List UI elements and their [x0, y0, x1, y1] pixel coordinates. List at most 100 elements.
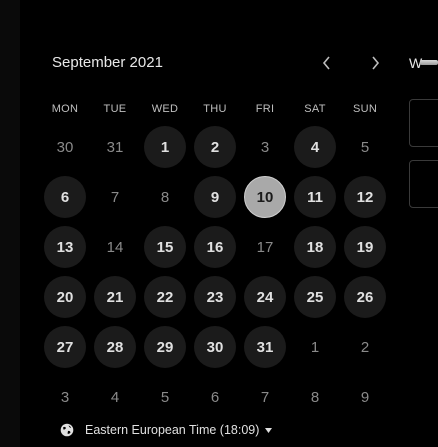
day-available[interactable]: 30: [194, 326, 236, 368]
weekday-label: SAT: [304, 103, 326, 115]
day-cell: 8: [290, 372, 340, 422]
day-available[interactable]: 18: [294, 226, 336, 268]
day-selected[interactable]: 10: [244, 176, 286, 218]
day-cell: 15: [140, 222, 190, 272]
day-available[interactable]: 20: [44, 276, 86, 318]
day-available[interactable]: 29: [144, 326, 186, 368]
chevron-left-icon: [322, 56, 330, 70]
day-available[interactable]: 13: [44, 226, 86, 268]
day-available[interactable]: 19: [344, 226, 386, 268]
day-available[interactable]: 22: [144, 276, 186, 318]
day-cell: 28: [90, 322, 140, 372]
timezone-selector[interactable]: Eastern European Time (18:09): [60, 423, 273, 437]
day-available[interactable]: 12: [344, 176, 386, 218]
weekday-header: MON TUE WED THU FRI SAT SUN: [40, 103, 390, 115]
day-cell: 7: [240, 372, 290, 422]
weekday-label: WED: [151, 103, 179, 115]
day-unavailable: 7: [260, 388, 270, 406]
day-cell: 27: [40, 322, 90, 372]
day-unavailable: 17: [256, 238, 274, 256]
day-cell: 6: [190, 372, 240, 422]
day-unavailable: 14: [106, 238, 124, 256]
day-available[interactable]: 28: [94, 326, 136, 368]
day-cell: 13: [40, 222, 90, 272]
day-available[interactable]: 21: [94, 276, 136, 318]
day-cell: 9: [190, 172, 240, 222]
day-cell: 18: [290, 222, 340, 272]
day-cell: 19: [340, 222, 390, 272]
day-cell: 2: [340, 322, 390, 372]
chevron-right-icon: [372, 56, 380, 70]
day-cell: 3: [40, 372, 90, 422]
day-available[interactable]: 24: [244, 276, 286, 318]
left-rail: [0, 0, 21, 447]
day-available[interactable]: 15: [144, 226, 186, 268]
day-cell: 7: [90, 172, 140, 222]
day-unavailable: 1: [310, 338, 320, 356]
day-cell: 8: [140, 172, 190, 222]
day-unavailable: 5: [360, 138, 370, 156]
day-cell: 30: [40, 122, 90, 172]
month-title: September 2021: [52, 54, 163, 71]
day-available[interactable]: 27: [44, 326, 86, 368]
weekday-label: THU: [203, 103, 227, 115]
day-available[interactable]: 31: [244, 326, 286, 368]
day-available[interactable]: 16: [194, 226, 236, 268]
day-unavailable: 4: [110, 388, 120, 406]
weekday-label: TUE: [103, 103, 127, 115]
day-cell: 12: [340, 172, 390, 222]
day-cell: 4: [90, 372, 140, 422]
day-available[interactable]: 6: [44, 176, 86, 218]
day-cell: 5: [340, 122, 390, 172]
day-cell: 3: [240, 122, 290, 172]
time-slot-button[interactable]: [409, 99, 438, 147]
day-cell: 25: [290, 272, 340, 322]
time-slot-button[interactable]: [409, 160, 438, 208]
weekday-label: SUN: [352, 103, 378, 115]
day-unavailable: 7: [110, 188, 120, 206]
day-available[interactable]: 11: [294, 176, 336, 218]
day-unavailable: 9: [360, 388, 370, 406]
day-available[interactable]: 1: [144, 126, 186, 168]
day-cell: 21: [90, 272, 140, 322]
day-cell: 26: [340, 272, 390, 322]
previous-month-button[interactable]: [316, 52, 338, 74]
day-grid: 30 31 1 2 3 4 5 6 7 8 9 10 11 12 13 14 15 16 17 18 19 20 21 22 2…: [40, 122, 390, 422]
day-unavailable: 3: [260, 138, 270, 156]
day-cell: 22: [140, 272, 190, 322]
timezone-label: Eastern European Time (18:09): [85, 423, 260, 437]
day-unavailable: 8: [310, 388, 320, 406]
day-cell: 16: [190, 222, 240, 272]
day-unavailable: 30: [56, 138, 74, 156]
day-cell: 1: [290, 322, 340, 372]
day-cell: 29: [140, 322, 190, 372]
day-cell: 14: [90, 222, 140, 272]
day-unavailable: 8: [160, 188, 170, 206]
header-bar: [420, 60, 438, 65]
day-cell: 23: [190, 272, 240, 322]
next-month-button[interactable]: [364, 52, 386, 74]
day-unavailable: 2: [360, 338, 370, 356]
day-unavailable: 6: [210, 388, 220, 406]
day-cell: 20: [40, 272, 90, 322]
day-cell: 2: [190, 122, 240, 172]
day-available[interactable]: 9: [194, 176, 236, 218]
day-cell: 1: [140, 122, 190, 172]
day-available[interactable]: 4: [294, 126, 336, 168]
globe-icon: [60, 423, 74, 437]
day-available[interactable]: 23: [194, 276, 236, 318]
weekday-label: MON: [51, 103, 79, 115]
day-cell: 5: [140, 372, 190, 422]
day-cell: 6: [40, 172, 90, 222]
caret-down-icon: [265, 427, 273, 433]
day-available[interactable]: 25: [294, 276, 336, 318]
day-cell: 31: [90, 122, 140, 172]
day-cell: 11: [290, 172, 340, 222]
day-cell: 9: [340, 372, 390, 422]
day-available[interactable]: 2: [194, 126, 236, 168]
day-unavailable: 3: [60, 388, 70, 406]
day-cell: 4: [290, 122, 340, 172]
day-cell: 31: [240, 322, 290, 372]
day-cell: 24: [240, 272, 290, 322]
day-available[interactable]: 26: [344, 276, 386, 318]
